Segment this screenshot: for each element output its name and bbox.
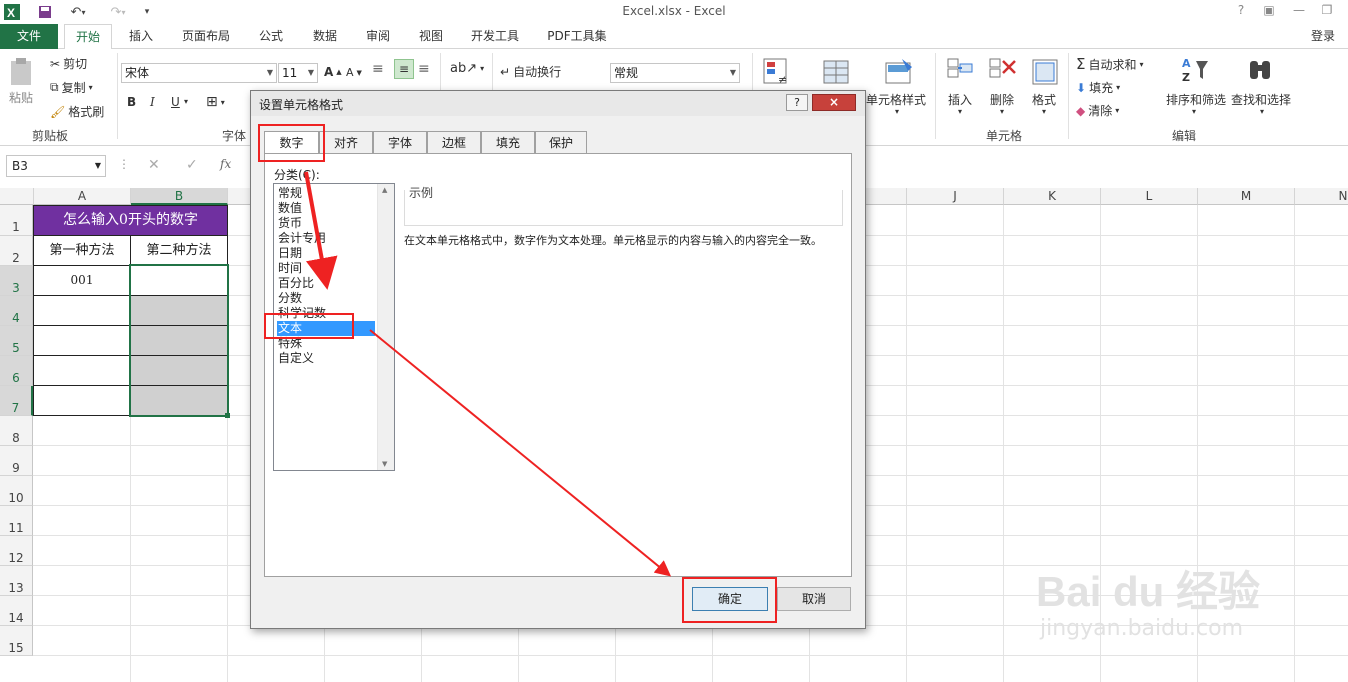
annotation-arrows (304, 171, 672, 577)
arrow-to-text-category (304, 171, 338, 290)
arrow-to-ok-button (369, 329, 672, 577)
